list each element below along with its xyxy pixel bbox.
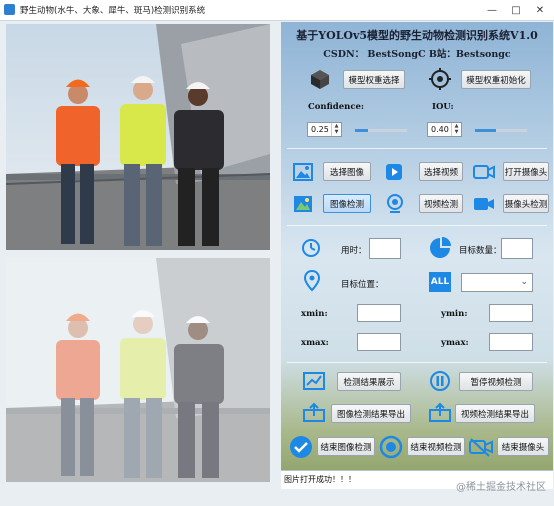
chevron-down-icon: ⌄ [520,277,528,287]
original-image [6,24,270,250]
pie-chart-icon [430,237,451,258]
ymin-label: ymin: [441,309,468,319]
select-image-button[interactable]: 选择图像 [323,162,371,181]
title-bar: 野生动物(水牛、大象、犀牛、斑马)检测识别系统 — □ ✕ [0,0,554,21]
close-button[interactable]: ✕ [528,0,552,20]
image-detect-button[interactable]: 图像检测 [323,194,371,213]
author-credits: CSDN： BestSongC B站：Bestsongc [323,49,511,60]
end-image-detect-button[interactable]: 结束图像检测 [317,437,375,456]
camera-detect-button[interactable]: 摄像头检测 [503,194,549,213]
export-video-results-button[interactable]: 视频检测结果导出 [455,404,535,423]
stop-circle-icon [379,435,403,459]
pause-video-button[interactable]: 暂停视频检测 [459,372,533,391]
location-pin-icon [303,270,321,292]
video-camera-icon [473,165,495,179]
divider [287,225,547,226]
divider [287,362,547,363]
image-icon [293,163,313,181]
target-select-dropdown[interactable]: ⌄ [461,273,533,292]
maximize-button[interactable]: □ [504,0,528,20]
ymin-value [489,304,533,322]
target-count-value [501,238,533,259]
xmax-label: xmax: [301,338,329,348]
app-heading: 基于YOLOv5模型的野生动物检测识别系统V1.0 [296,29,538,42]
export-icon [429,402,451,422]
status-message: 图片打开成功！！！ [284,475,356,484]
end-video-detect-button[interactable]: 结束视频检测 [407,437,465,456]
target-position-label: 目标位置： [341,280,384,290]
control-panel: 基于YOLOv5模型的野生动物检测识别系统V1.0 CSDN： BestSong… [281,22,553,488]
open-camera-button[interactable]: 打开摄像头 [503,162,549,181]
time-label: 用时： [341,246,367,256]
pause-icon [430,371,450,391]
minimize-button[interactable]: — [480,0,504,20]
landscape-icon [294,196,312,212]
iou-slider[interactable] [475,129,527,132]
time-value [369,238,401,259]
end-camera-button[interactable]: 结束摄像头 [497,437,549,456]
camera-solid-icon [474,198,494,210]
all-badge-icon: ALL [429,272,451,292]
window-title: 野生动物(水牛、大象、犀牛、斑马)检测识别系统 [20,6,206,16]
clock-icon [302,239,320,257]
confidence-slider[interactable] [355,129,407,132]
original-image-view [6,24,270,250]
video-detect-button[interactable]: 视频检测 [419,194,463,213]
ymax-label: ymax: [441,338,469,348]
detection-result-view [6,258,270,482]
export-image-results-button[interactable]: 图像检测结果导出 [331,404,411,423]
confidence-spinbox[interactable]: 0.25 ▲ ▼ [307,122,342,137]
video-file-icon [386,164,402,180]
iou-spinbox[interactable]: 0.40 ▲ ▼ [427,122,462,137]
confidence-slider-fill [355,129,368,132]
watermark: @稀土掘金技术社区 [456,482,546,493]
line-chart-icon [303,372,325,390]
camera-off-icon [469,438,493,457]
target-icon [429,68,451,90]
xmin-value [357,304,401,322]
iou-slider-fill [475,129,496,132]
iou-label: IOU: [432,102,454,112]
ymax-value [489,333,533,351]
select-video-button[interactable]: 选择视频 [419,162,463,181]
target-count-label: 目标数量： [459,246,502,256]
result-image [6,258,270,482]
app-icon [4,4,15,15]
xmax-value [357,333,401,351]
cube-icon [311,70,329,89]
confidence-label: Confidence: [308,102,365,112]
export-icon [303,402,325,422]
show-results-button[interactable]: 检测结果展示 [337,372,401,391]
check-circle-icon [290,436,312,458]
webcam-icon [387,194,403,213]
model-weight-select-button[interactable]: 模型权重选择 [343,70,405,89]
model-weight-init-button[interactable]: 模型权重初始化 [461,70,531,89]
divider [287,148,547,149]
xmin-label: xmin: [301,309,328,319]
